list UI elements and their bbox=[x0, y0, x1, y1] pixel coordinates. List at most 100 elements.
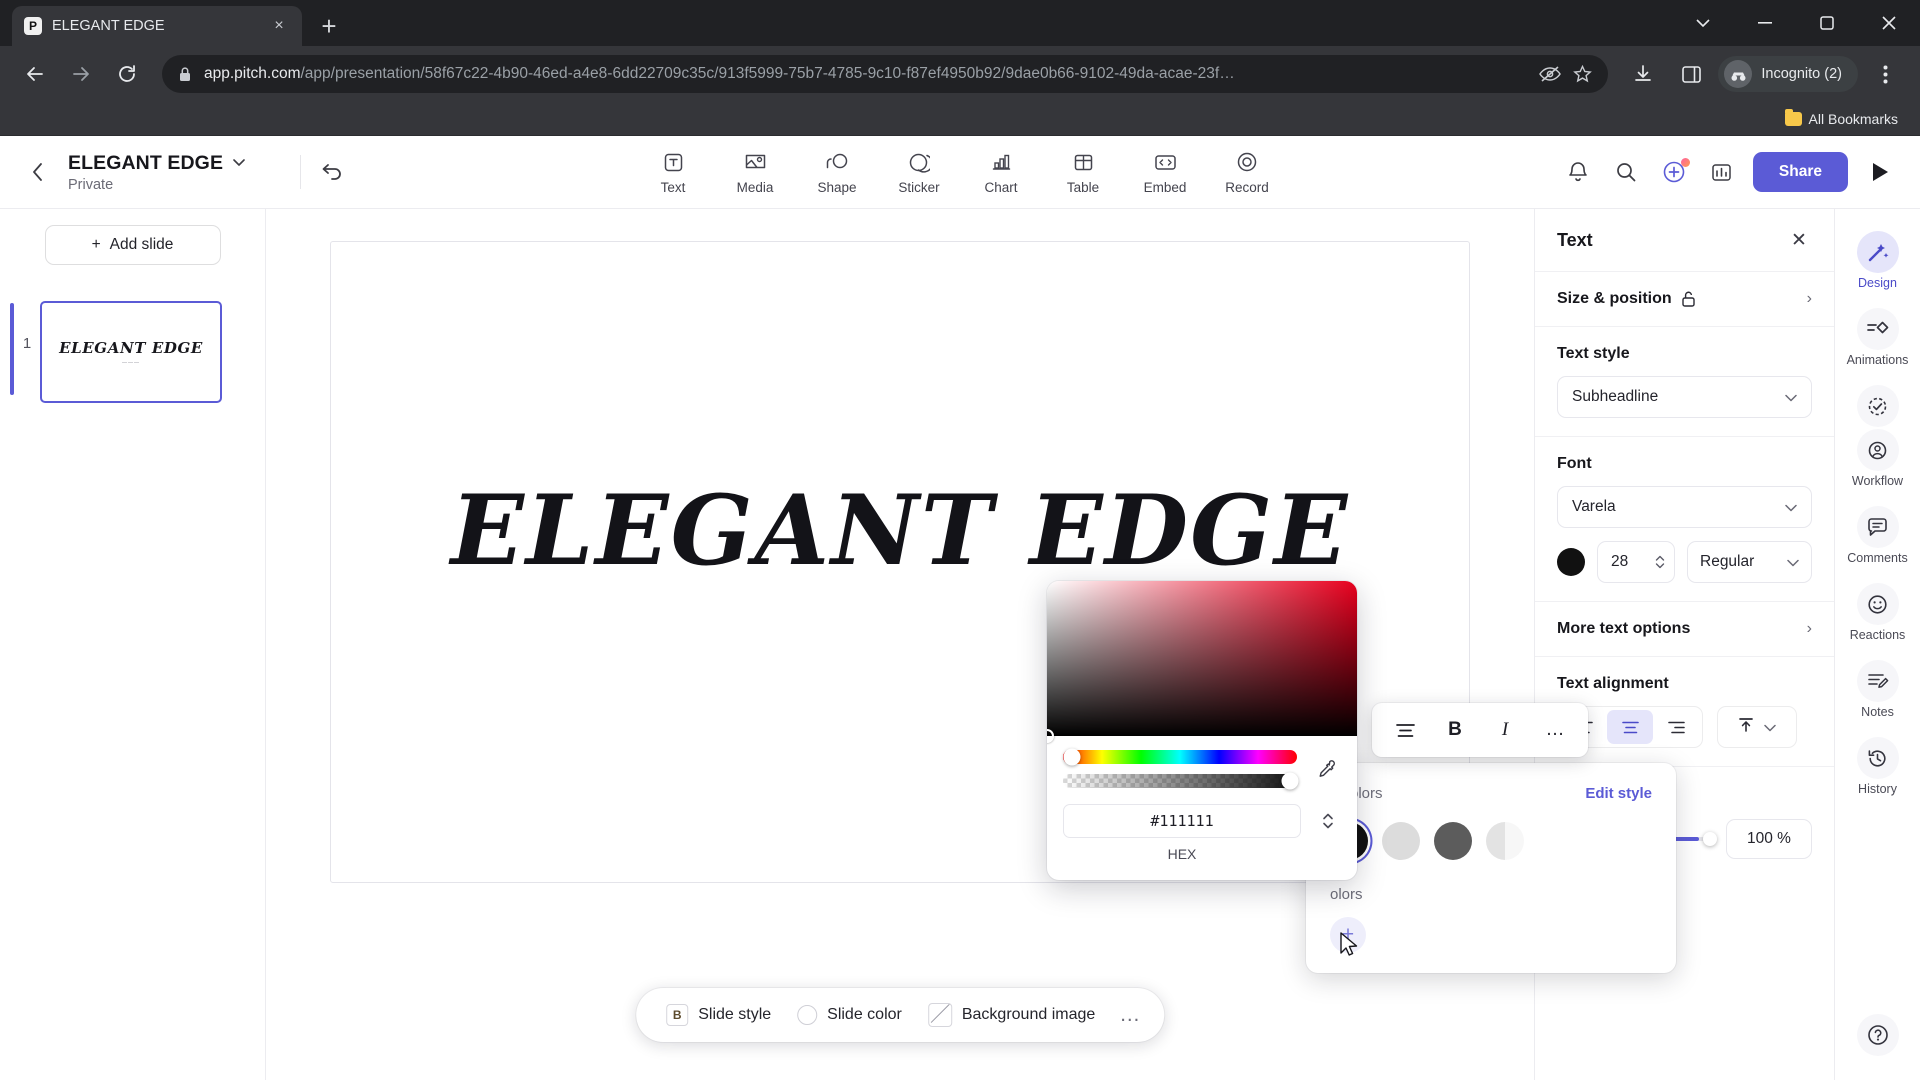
analytics-icon[interactable] bbox=[1705, 155, 1739, 189]
rail-item-design[interactable]: Design bbox=[1840, 223, 1916, 298]
new-tab-button[interactable]: + bbox=[312, 9, 346, 43]
theme-swatch-light-gray[interactable] bbox=[1382, 822, 1420, 860]
more-text-options-label: More text options bbox=[1557, 620, 1691, 637]
insert-text-button[interactable]: Text bbox=[637, 145, 709, 199]
text-style-select[interactable]: Subheadline bbox=[1557, 376, 1812, 418]
notifications-bell-icon[interactable] bbox=[1561, 155, 1595, 189]
tracking-protection-icon[interactable] bbox=[1539, 65, 1562, 83]
background-image-button[interactable]: Background image bbox=[920, 1003, 1103, 1027]
pitch-app: ELEGANT EDGE Private Text Media Shape St… bbox=[0, 136, 1920, 1080]
undo-icon[interactable] bbox=[315, 155, 349, 189]
side-panel-icon[interactable] bbox=[1670, 53, 1712, 95]
opacity-slider-knob[interactable] bbox=[1703, 832, 1717, 846]
slide-headline-text[interactable]: ELEGANT EDGE bbox=[451, 474, 1350, 587]
search-icon[interactable] bbox=[1609, 155, 1643, 189]
chrome-menu-icon[interactable] bbox=[1864, 53, 1906, 95]
incognito-profile-button[interactable]: Incognito (2) bbox=[1718, 56, 1858, 92]
rail-item-workflow[interactable]: Workflow bbox=[1840, 377, 1916, 496]
insert-shape-button[interactable]: Shape bbox=[801, 145, 873, 199]
italic-button[interactable]: I bbox=[1482, 710, 1528, 750]
hue-slider-thumb[interactable] bbox=[1063, 748, 1081, 766]
slide-list-item[interactable]: 1 ELEGANT EDGE ——— bbox=[0, 301, 265, 403]
align-right-button[interactable] bbox=[1653, 710, 1699, 744]
saturation-value-area[interactable] bbox=[1047, 581, 1357, 743]
insert-embed-button[interactable]: Embed bbox=[1129, 145, 1201, 199]
font-size-stepper-icon[interactable] bbox=[1654, 553, 1666, 571]
more-text-options-section[interactable]: More text options › bbox=[1535, 601, 1834, 656]
deck-menu-caret-icon[interactable] bbox=[233, 154, 245, 172]
rail-item-history[interactable]: History bbox=[1840, 729, 1916, 804]
text-align-icon[interactable] bbox=[1382, 710, 1428, 750]
close-tab-icon[interactable]: × bbox=[268, 15, 290, 37]
tab-search-caret-icon[interactable] bbox=[1672, 0, 1734, 46]
hex-input[interactable]: #111111 bbox=[1063, 804, 1301, 838]
text-icon bbox=[663, 149, 684, 175]
insert-media-button[interactable]: Media bbox=[719, 145, 791, 199]
mouse-cursor bbox=[1340, 932, 1360, 964]
slide-style-button[interactable]: B Slide style bbox=[658, 1004, 779, 1026]
rail-item-comments[interactable]: Comments bbox=[1840, 498, 1916, 573]
slide-thumbnail-subtitle: ——— bbox=[122, 359, 140, 366]
canvas-area: ELEGANT EDGE B Slide style Slide color B… bbox=[266, 209, 1676, 1080]
close-panel-icon[interactable]: ✕ bbox=[1786, 227, 1812, 253]
alpha-slider[interactable] bbox=[1063, 772, 1299, 790]
edit-style-link[interactable]: Edit style bbox=[1585, 785, 1652, 802]
minimize-window-icon[interactable] bbox=[1734, 0, 1796, 46]
bookmark-star-icon[interactable] bbox=[1573, 64, 1593, 84]
theme-swatch-dark-gray[interactable] bbox=[1434, 822, 1472, 860]
alpha-slider-thumb[interactable] bbox=[1281, 772, 1299, 790]
insert-record-button[interactable]: Record bbox=[1211, 145, 1283, 199]
more-text-options-chevron-icon[interactable]: › bbox=[1807, 620, 1812, 638]
all-bookmarks-button[interactable]: All Bookmarks bbox=[1777, 107, 1906, 131]
slide-thumbnail[interactable]: ELEGANT EDGE ——— bbox=[40, 301, 222, 403]
reactions-icon bbox=[1856, 583, 1899, 625]
reload-button[interactable] bbox=[106, 53, 148, 95]
insert-table-button[interactable]: Table bbox=[1047, 145, 1119, 199]
rail-item-help[interactable] bbox=[1840, 1006, 1916, 1064]
omnibox-actions: Incognito (2) bbox=[1622, 53, 1906, 95]
back-to-dashboard-icon[interactable] bbox=[22, 157, 52, 187]
downloads-icon[interactable] bbox=[1622, 53, 1664, 95]
rail-item-animations[interactable]: Animations bbox=[1840, 300, 1916, 375]
eyedropper-icon[interactable] bbox=[1311, 754, 1341, 784]
align-center-button[interactable] bbox=[1607, 710, 1653, 744]
present-play-icon[interactable] bbox=[1862, 154, 1898, 190]
browser-tab[interactable]: P ELEGANT EDGE × bbox=[12, 6, 302, 46]
font-size-input[interactable]: 28 bbox=[1597, 541, 1675, 583]
close-window-icon[interactable] bbox=[1858, 0, 1920, 46]
font-family-select[interactable]: Varela bbox=[1557, 486, 1812, 528]
opacity-value-input[interactable]: 100 % bbox=[1726, 819, 1812, 859]
font-color-swatch[interactable] bbox=[1557, 548, 1585, 576]
color-picker-controls: #111111 HEX bbox=[1047, 736, 1357, 880]
vertical-align-select[interactable] bbox=[1717, 706, 1797, 748]
style-bar-more-icon[interactable]: … bbox=[1113, 1003, 1142, 1027]
pitch-favicon-icon: P bbox=[24, 17, 42, 35]
rail-item-notes[interactable]: Notes bbox=[1840, 652, 1916, 727]
header-actions: Share bbox=[1561, 152, 1898, 192]
slide-color-button[interactable]: Slide color bbox=[789, 1005, 910, 1025]
ai-add-button[interactable] bbox=[1657, 155, 1691, 189]
back-button[interactable] bbox=[14, 53, 56, 95]
maximize-window-icon[interactable] bbox=[1796, 0, 1858, 46]
share-button[interactable]: Share bbox=[1752, 152, 1848, 192]
size-position-section[interactable]: Size & position › bbox=[1535, 271, 1834, 326]
insert-embed-label: Embed bbox=[1143, 180, 1187, 195]
theme-swatch-split-gray[interactable] bbox=[1486, 822, 1524, 860]
forward-button[interactable] bbox=[60, 53, 102, 95]
format-more-button[interactable]: … bbox=[1532, 710, 1578, 750]
window-controls bbox=[1672, 0, 1920, 46]
align-top-icon bbox=[1738, 717, 1754, 738]
insert-sticker-button[interactable]: Sticker bbox=[883, 145, 955, 199]
url-text: app.pitch.com/app/presentation/58f67c22-… bbox=[204, 65, 1527, 83]
bold-button[interactable]: B bbox=[1432, 710, 1478, 750]
rail-item-reactions[interactable]: Reactions bbox=[1840, 575, 1916, 650]
color-format-stepper-icon[interactable] bbox=[1315, 810, 1341, 832]
size-position-chevron-icon[interactable]: › bbox=[1807, 290, 1812, 308]
add-slide-button[interactable]: + Add slide bbox=[44, 225, 221, 265]
font-weight-select[interactable]: Regular bbox=[1687, 541, 1812, 583]
insert-chart-button[interactable]: Chart bbox=[965, 145, 1037, 199]
hue-slider[interactable] bbox=[1063, 748, 1297, 766]
address-bar[interactable]: app.pitch.com/app/presentation/58f67c22-… bbox=[162, 55, 1609, 93]
unlock-icon[interactable] bbox=[1681, 291, 1695, 307]
right-tool-rail: Design Animations Workflow Comments Reac… bbox=[1834, 209, 1920, 1080]
